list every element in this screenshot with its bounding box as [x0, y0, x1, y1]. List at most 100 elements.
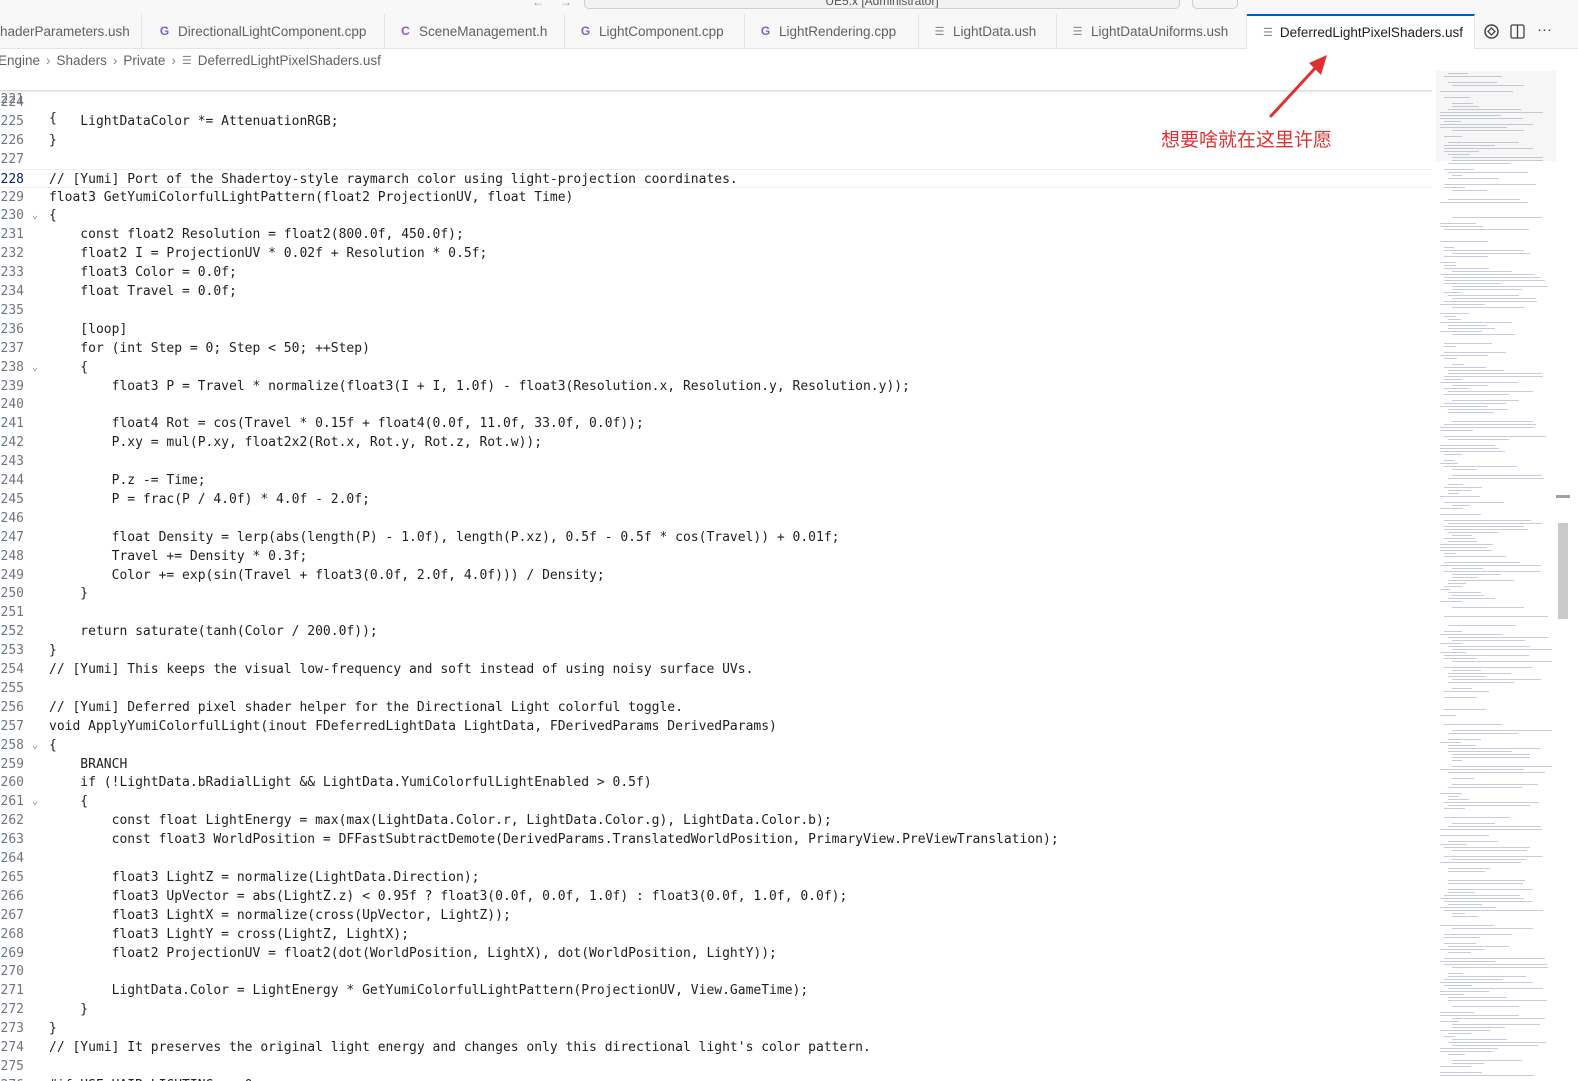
vertical-scrollbar[interactable]: [1556, 71, 1570, 1081]
minimap-line: [1444, 436, 1546, 437]
tab-light-data[interactable]: ☰ LightData.ush: [919, 14, 1057, 48]
code-line[interactable]: 269 float2 ProjectionUV = float2(dot(Wor…: [0, 944, 1432, 963]
forward-arrow-icon[interactable]: →: [560, 0, 572, 9]
breadcrumb-item[interactable]: Shaders: [57, 53, 107, 68]
code-line[interactable]: 239 float3 P = Travel * normalize(float3…: [0, 377, 1432, 396]
code-line[interactable]: 234 float Travel = 0.0f;: [0, 282, 1432, 301]
sticky-scroll-line[interactable]: 221 {: [0, 71, 1432, 126]
code-line[interactable]: 250 }: [0, 584, 1432, 603]
minimap-line: [1452, 1006, 1519, 1007]
line-number: 245: [0, 491, 24, 507]
code-line[interactable]: 241 float4 Rot = cos(Travel * 0.15f + fl…: [0, 414, 1432, 433]
minimap-line: [1440, 463, 1458, 464]
code-line[interactable]: 246: [0, 509, 1432, 528]
editor-tab-bar: haderParameters.ush G DirectionalLightCo…: [0, 14, 1578, 49]
code-line[interactable]: 275: [0, 1057, 1432, 1076]
code-line[interactable]: 224: [0, 93, 1432, 112]
code-line[interactable]: 230 ⌄ {: [0, 206, 1432, 225]
copilot-chat-button[interactable]: [1192, 0, 1238, 9]
minimap-line: [1452, 670, 1481, 671]
code-line[interactable]: 233 float3 Color = 0.0f;: [0, 263, 1432, 282]
code-line[interactable]: 244 P.z -= Time;: [0, 471, 1432, 490]
minimap-line: [1452, 760, 1462, 761]
code-line[interactable]: 272 }: [0, 1000, 1432, 1019]
fold-chevron-icon[interactable]: ⌄: [32, 358, 38, 377]
code-line[interactable]: 256 // [Yumi] Deferred pixel shader helpe…: [0, 698, 1432, 717]
minimap-line: [1448, 946, 1509, 947]
tab-header-parameters[interactable]: haderParameters.ush: [0, 14, 142, 48]
code-line[interactable]: 260 if (!LightData.bRadialLight && Light…: [0, 773, 1432, 792]
minimap-line: [1440, 445, 1495, 446]
tab-light-rendering[interactable]: G LightRendering.cpp: [745, 14, 919, 48]
code-line[interactable]: 242 P.xy = mul(P.xy, float2x2(Rot.x, Rot…: [0, 433, 1432, 452]
breadcrumb-item[interactable]: DeferredLightPixelShaders.usf: [198, 53, 381, 68]
code-line[interactable]: 229 float3 GetYumiColorfulLightPattern(fl…: [0, 188, 1432, 207]
tab-scene-management[interactable]: C SceneManagement.h: [385, 14, 565, 48]
code-line[interactable]: 263 const float3 WorldPosition = DFFastS…: [0, 830, 1432, 849]
split-editor-icon[interactable]: [1510, 24, 1525, 39]
code-line[interactable]: 238 ⌄ {: [0, 358, 1432, 377]
code-line[interactable]: 264: [0, 849, 1432, 868]
fold-chevron-icon[interactable]: ⌄: [32, 792, 38, 811]
code-text: const float2 Resolution = float2(800.0f,…: [49, 227, 464, 243]
tab-deferred-light-pixel-shaders[interactable]: ☰ DeferredLightPixelShaders.usf ✕: [1247, 14, 1475, 49]
close-icon[interactable]: ✕: [1472, 24, 1474, 41]
code-line[interactable]: 274 // [Yumi] It preserves the original l…: [0, 1038, 1432, 1057]
breadcrumb-item[interactable]: Engine: [0, 53, 40, 68]
copilot-icon[interactable]: [1483, 23, 1500, 40]
code-line[interactable]: 261 ⌄ {: [0, 792, 1432, 811]
fold-chevron-icon[interactable]: ⌄: [32, 206, 38, 225]
code-line[interactable]: 258 ⌄ {: [0, 736, 1432, 755]
code-line[interactable]: 276 #if USE_HAIR_LIGHTING == 0: [0, 1076, 1432, 1081]
code-line[interactable]: 228 // [Yumi] Port of the Shadertoy-style…: [0, 168, 1432, 188]
code-line[interactable]: 227: [0, 150, 1432, 169]
more-actions-icon[interactable]: ···: [1537, 21, 1552, 38]
code-line[interactable]: 257 void ApplyYumiColorfulLight(inout FDe…: [0, 717, 1432, 736]
scrollbar-thumb[interactable]: [1558, 523, 1568, 619]
code-line[interactable]: 232 float2 I = ProjectionUV * 0.02f + Re…: [0, 244, 1432, 263]
code-line[interactable]: 251: [0, 603, 1432, 622]
code-line[interactable]: 259 BRANCH: [0, 755, 1432, 774]
code-line[interactable]: 245 P = frac(P / 4.0f) * 4.0f - 2.0f;: [0, 490, 1432, 509]
code-line[interactable]: 249 Color += exp(sin(Travel + float3(0.0…: [0, 566, 1432, 585]
code-line[interactable]: 266 float3 UpVector = abs(LightZ.z) < 0.…: [0, 887, 1432, 906]
tab-light-data-uniforms[interactable]: ☰ LightDataUniforms.ush: [1057, 14, 1247, 48]
code-line[interactable]: 265 float3 LightZ = normalize(LightData.…: [0, 868, 1432, 887]
minimap-line: [1444, 709, 1486, 710]
code-line[interactable]: 270: [0, 962, 1432, 981]
code-line[interactable]: 255: [0, 679, 1432, 698]
minimap-line: [1440, 118, 1523, 119]
minimap[interactable]: [1436, 71, 1556, 1081]
minimap-line: [1448, 493, 1459, 494]
code-line[interactable]: 231 const float2 Resolution = float2(800…: [0, 225, 1432, 244]
tab-directional-light-component[interactable]: G DirectionalLightComponent.cpp: [142, 14, 385, 48]
code-line[interactable]: 262 const float LightEnergy = max(max(Li…: [0, 811, 1432, 830]
code-line[interactable]: 235: [0, 301, 1432, 320]
code-text: BRANCH: [49, 756, 128, 772]
minimap-line: [1448, 997, 1507, 998]
code-line[interactable]: 248 Travel += Density * 0.3f;: [0, 547, 1432, 566]
minimap-line: [1440, 994, 1464, 995]
breadcrumb-item[interactable]: Private: [123, 53, 165, 68]
code-line[interactable]: 271 LightData.Color = LightEnergy * GetY…: [0, 981, 1432, 1000]
code-line[interactable]: 253}: [0, 641, 1432, 660]
code-line[interactable]: 247 float Density = lerp(abs(length(P) -…: [0, 528, 1432, 547]
minimap-line: [1448, 532, 1498, 533]
code-line[interactable]: 237 for (int Step = 0; Step < 50; ++Step…: [0, 339, 1432, 358]
code-line[interactable]: 273}: [0, 1019, 1432, 1038]
code-line[interactable]: 254 // [Yumi] This keeps the visual low-f…: [0, 660, 1432, 679]
fold-chevron-icon[interactable]: ⌄: [32, 736, 38, 755]
code-line[interactable]: 240: [0, 395, 1432, 414]
code-line[interactable]: 267 float3 LightX = normalize(cross(UpVe…: [0, 906, 1432, 925]
code-text: {: [49, 208, 57, 224]
code-line[interactable]: 236 [loop]: [0, 320, 1432, 339]
back-arrow-icon[interactable]: ←: [532, 0, 544, 9]
command-center-search[interactable]: UE5.x [Administrator]: [584, 0, 1180, 9]
tab-light-component[interactable]: G LightComponent.cpp: [565, 14, 745, 48]
code-editor[interactable]: 221 { 224 225 LightDataColor *= Attenuati…: [0, 71, 1432, 1081]
code-line[interactable]: 243: [0, 452, 1432, 471]
tab-label: LightComponent.cpp: [599, 23, 724, 39]
code-line[interactable]: 268 float3 LightY = cross(LightZ, LightX…: [0, 925, 1432, 944]
code-line[interactable]: 252 return saturate(tanh(Color / 200.0f)…: [0, 622, 1432, 641]
minimap-line: [1452, 1018, 1545, 1019]
